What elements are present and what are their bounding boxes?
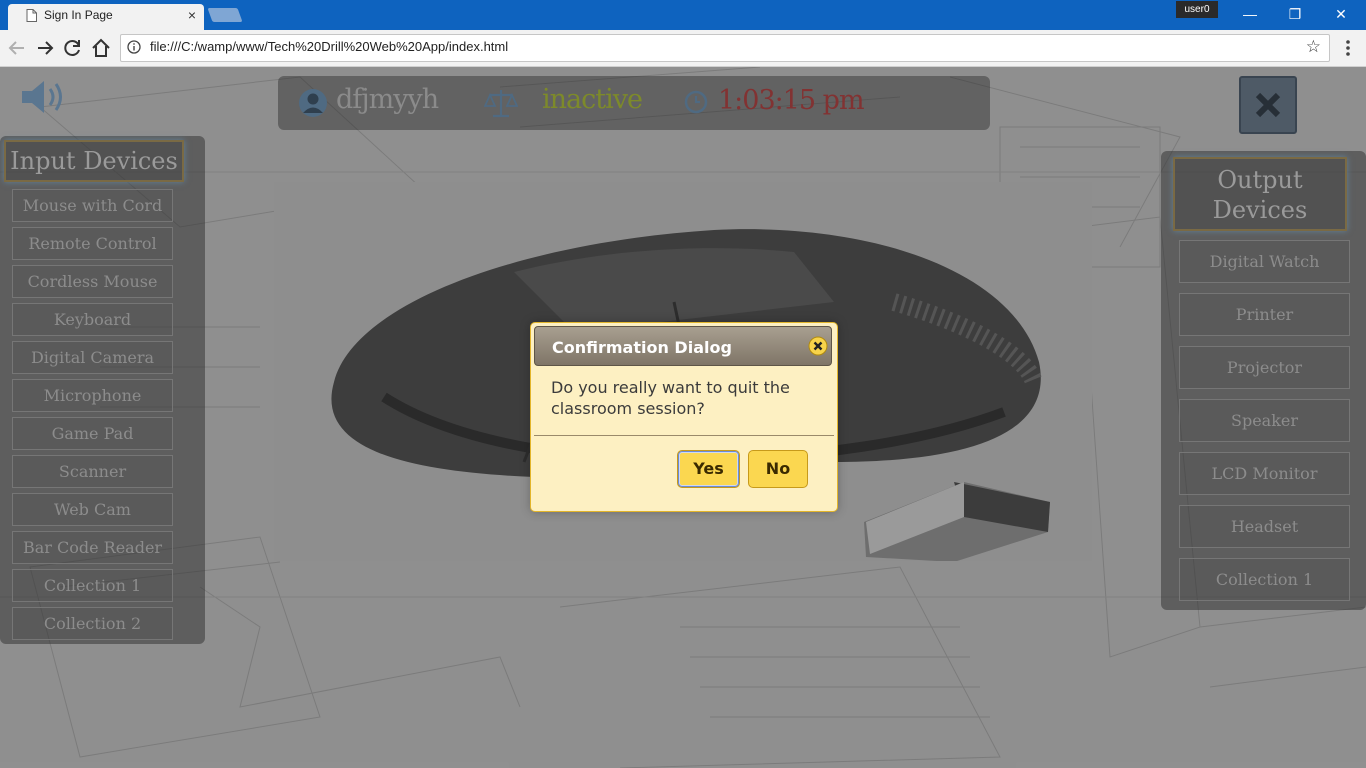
- quit-session-button[interactable]: [1239, 76, 1297, 134]
- tab-close-icon[interactable]: ×: [188, 7, 196, 23]
- session-status-bar: dfjmyyh inactive 1:03:15 pm: [278, 76, 990, 130]
- output-device-item[interactable]: LCD Monitor: [1179, 452, 1350, 495]
- forward-arrow-icon[interactable]: [34, 37, 56, 59]
- bookmark-star-icon[interactable]: ☆: [1306, 37, 1321, 57]
- browser-tab[interactable]: Sign In Page ×: [8, 4, 204, 30]
- page-viewport: dfjmyyh inactive 1:03:15 pm Input Device…: [0, 67, 1366, 768]
- input-device-item[interactable]: Game Pad: [12, 417, 173, 450]
- output-device-item[interactable]: Projector: [1179, 346, 1350, 389]
- confirmation-dialog: Confirmation Dialog Do you really want t…: [530, 322, 838, 512]
- input-device-item[interactable]: Digital Camera: [12, 341, 173, 374]
- output-devices-panel: Output Devices Digital Watch Printer Pro…: [1161, 151, 1366, 610]
- minimize-button[interactable]: —: [1227, 0, 1273, 28]
- new-tab-button[interactable]: [207, 8, 243, 22]
- dialog-title: Confirmation Dialog: [552, 338, 732, 357]
- reload-icon[interactable]: [62, 37, 84, 59]
- input-device-item[interactable]: Microphone: [12, 379, 173, 412]
- input-device-item[interactable]: Mouse with Cord: [12, 189, 173, 222]
- output-device-item[interactable]: Digital Watch: [1179, 240, 1350, 283]
- input-device-item[interactable]: Remote Control: [12, 227, 173, 260]
- home-icon[interactable]: [90, 37, 112, 59]
- clock-icon: [684, 90, 708, 114]
- input-devices-heading: Input Devices: [4, 140, 184, 182]
- input-device-item[interactable]: Keyboard: [12, 303, 173, 336]
- back-arrow-icon[interactable]: [6, 37, 28, 59]
- profile-badge[interactable]: user0: [1176, 1, 1218, 18]
- output-device-item[interactable]: Collection 1: [1179, 558, 1350, 601]
- window-close-button[interactable]: ✕: [1318, 0, 1364, 28]
- dialog-titlebar[interactable]: Confirmation Dialog: [534, 326, 832, 366]
- dialog-close-icon[interactable]: [808, 336, 828, 356]
- input-device-item[interactable]: Collection 1: [12, 569, 173, 602]
- output-device-item[interactable]: Printer: [1179, 293, 1350, 336]
- url-text[interactable]: file:///C:/wamp/www/Tech%20Drill%20Web%2…: [150, 39, 508, 54]
- dialog-divider: [534, 435, 834, 436]
- close-icon: [1255, 92, 1281, 118]
- output-devices-heading: Output Devices: [1173, 157, 1347, 231]
- input-device-item[interactable]: Bar Code Reader: [12, 531, 173, 564]
- clock-time-label: 1:03:15 pm: [718, 85, 865, 116]
- browser-menu-icon[interactable]: [1343, 38, 1353, 58]
- session-state-label: inactive: [542, 84, 643, 115]
- maximize-button[interactable]: ❐: [1272, 0, 1318, 28]
- balance-scale-icon: [484, 90, 518, 118]
- no-button[interactable]: No: [748, 450, 808, 488]
- input-device-item[interactable]: Scanner: [12, 455, 173, 488]
- dialog-message: Do you really want to quit the classroom…: [551, 378, 790, 418]
- page-icon: [26, 9, 37, 22]
- output-device-item[interactable]: Speaker: [1179, 399, 1350, 442]
- tab-title: Sign In Page: [44, 8, 113, 22]
- info-icon[interactable]: [127, 40, 141, 54]
- input-devices-panel: Input Devices Mouse with Cord Remote Con…: [0, 136, 205, 644]
- address-bar[interactable]: file:///C:/wamp/www/Tech%20Drill%20Web%2…: [120, 34, 1330, 62]
- browser-toolbar: file:///C:/wamp/www/Tech%20Drill%20Web%2…: [0, 30, 1366, 67]
- input-device-item[interactable]: Collection 2: [12, 607, 173, 640]
- browser-titlebar: Sign In Page × user0 — ❐ ✕: [0, 0, 1366, 30]
- output-device-item[interactable]: Headset: [1179, 505, 1350, 548]
- username-label: dfjmyyh: [336, 84, 439, 115]
- input-device-item[interactable]: Cordless Mouse: [12, 265, 173, 298]
- output-devices-heading-text: Output Devices: [1212, 166, 1308, 224]
- yes-button[interactable]: Yes: [677, 450, 740, 488]
- input-device-item[interactable]: Web Cam: [12, 493, 173, 526]
- user-icon: [299, 89, 327, 117]
- speaker-icon[interactable]: [18, 77, 68, 117]
